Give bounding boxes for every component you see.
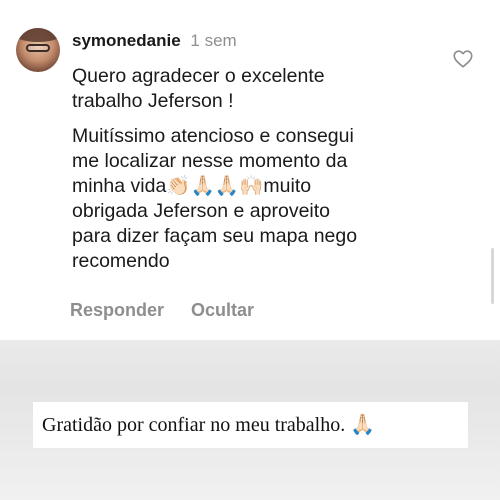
comment-paragraph-2: Muitíssimo atencioso e consegui me local… (72, 125, 358, 272)
hide-button[interactable]: Ocultar (191, 300, 254, 320)
caption-banner: Gratidão por confiar no meu trabalho. 🙏🏻 (33, 402, 468, 448)
comment-card: symonedanie 1 sem Quero agradecer o exce… (0, 0, 500, 340)
reply-button[interactable]: Responder (70, 300, 164, 320)
scrollbar[interactable] (491, 248, 494, 304)
caption-text: Gratidão por confiar no meu trabalho. 🙏🏻 (42, 414, 376, 436)
comment-actions: Responder Ocultar (70, 300, 276, 321)
avatar-hair (16, 28, 60, 42)
comment-time: 1 sem (190, 31, 237, 50)
comment-body: Quero agradecer o excelente trabalho Jef… (72, 64, 452, 284)
avatar-glasses (26, 44, 50, 52)
username[interactable]: symonedanie (72, 31, 181, 50)
comment-paragraph-1: Quero agradecer o excelente trabalho Jef… (72, 65, 325, 112)
avatar[interactable] (16, 28, 60, 72)
heart-icon[interactable] (452, 48, 474, 70)
comment-meta: symonedanie 1 sem (72, 31, 237, 51)
